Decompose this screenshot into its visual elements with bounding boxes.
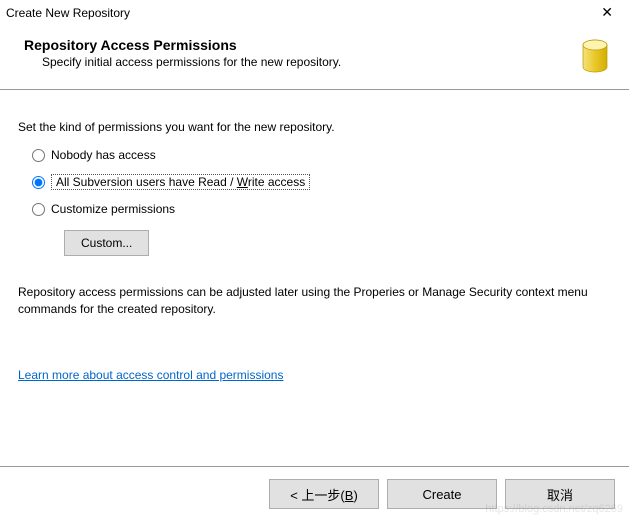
permissions-note: Repository access permissions can be adj… bbox=[18, 284, 611, 318]
page-title: Repository Access Permissions bbox=[24, 37, 571, 53]
page-subtitle: Specify initial access permissions for t… bbox=[24, 55, 571, 69]
option-customize-label: Customize permissions bbox=[51, 202, 175, 216]
option-nobody[interactable]: Nobody has access bbox=[32, 148, 611, 162]
radio-nobody[interactable] bbox=[32, 149, 45, 162]
window-title: Create New Repository bbox=[6, 6, 130, 20]
radio-all-readwrite[interactable] bbox=[32, 176, 45, 189]
header: Repository Access Permissions Specify in… bbox=[0, 27, 629, 89]
header-text: Repository Access Permissions Specify in… bbox=[24, 37, 571, 69]
permission-options: Nobody has access All Subversion users h… bbox=[18, 148, 611, 256]
option-all-readwrite-label: All Subversion users have Read / Write a… bbox=[51, 174, 310, 190]
back-button[interactable]: < 上一步(B) bbox=[269, 479, 379, 509]
custom-button[interactable]: Custom... bbox=[64, 230, 149, 256]
database-icon bbox=[581, 39, 609, 75]
radio-customize[interactable] bbox=[32, 203, 45, 216]
titlebar: Create New Repository ✕ bbox=[0, 0, 629, 27]
option-all-readwrite[interactable]: All Subversion users have Read / Write a… bbox=[32, 174, 611, 190]
option-nobody-label: Nobody has access bbox=[51, 148, 156, 162]
close-icon[interactable]: ✕ bbox=[593, 4, 621, 21]
learn-more-link[interactable]: Learn more about access control and perm… bbox=[18, 368, 283, 382]
prompt-text: Set the kind of permissions you want for… bbox=[18, 120, 611, 134]
option-customize[interactable]: Customize permissions bbox=[32, 202, 611, 216]
cancel-button[interactable]: 取消 bbox=[505, 479, 615, 509]
content-area: Set the kind of permissions you want for… bbox=[0, 90, 629, 392]
footer-buttons: < 上一步(B) Create 取消 bbox=[0, 466, 629, 521]
create-button[interactable]: Create bbox=[387, 479, 497, 509]
